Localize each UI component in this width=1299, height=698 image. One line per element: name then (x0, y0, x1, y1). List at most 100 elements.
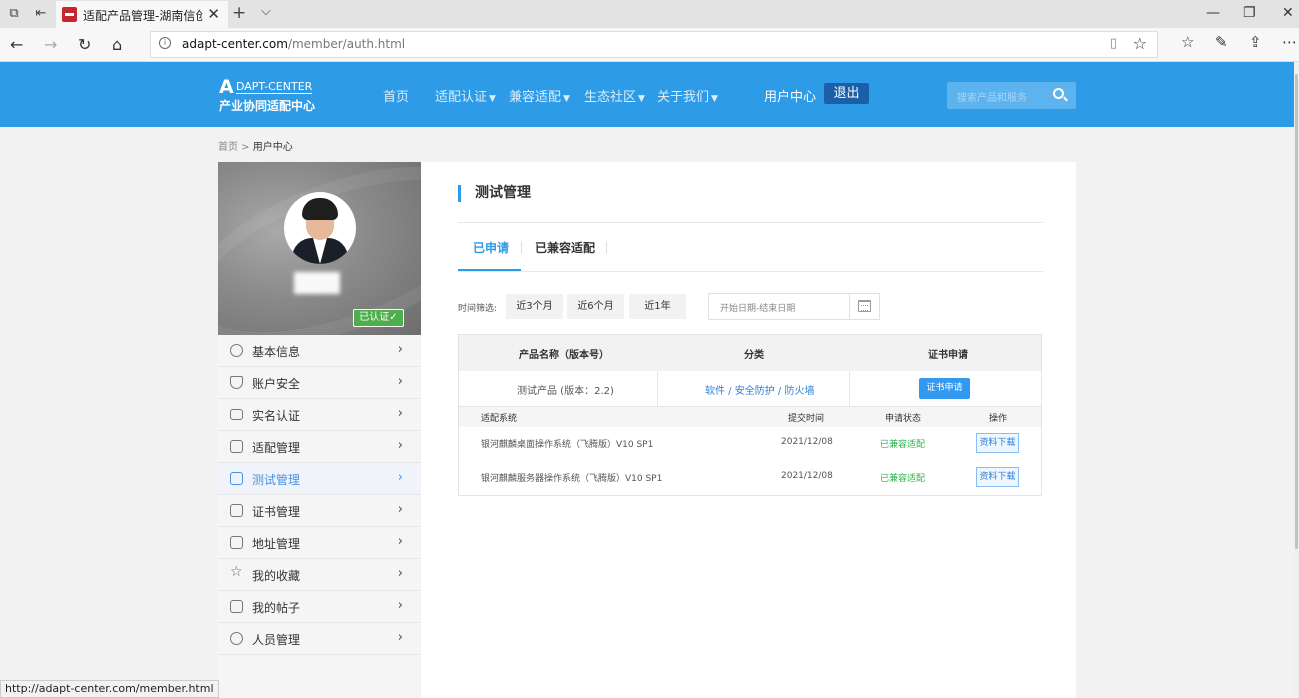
scrollbar-thumb[interactable] (1295, 74, 1298, 549)
browser-tab[interactable]: 适配产品管理-湖南信创 ✕ (56, 1, 228, 28)
url-input[interactable]: i adapt-center.com/member/auth.html ▯ ☆ (150, 31, 1158, 58)
search-input[interactable]: 搜索产品和服务 (957, 89, 1027, 104)
forward-icon[interactable]: → (44, 35, 57, 54)
tab-actions-icon[interactable]: ⧉ (6, 6, 22, 22)
favorite-star-icon[interactable]: ☆ (1133, 34, 1147, 53)
product-category[interactable]: 软件 / 安全防护 / 防火墙 (705, 382, 814, 397)
sidebar-item-basic-info[interactable]: 基本信息 › (218, 335, 421, 367)
site-info-icon[interactable]: i (159, 37, 171, 49)
caret-down-icon: ▼ (489, 94, 496, 104)
sidebar: 已认证✓ 基本信息 › 账户安全 › 实名认证 › 适配管理 › 测试管理 › (218, 162, 421, 698)
sidebar-item-label: 适配管理 (252, 441, 301, 455)
sidebar-item-label: 我的帖子 (252, 601, 301, 615)
test-table: 产品名称（版本号） 分类 证书申请 测试产品 (版本：2.2) 软件 / 安全防… (458, 334, 1042, 496)
certificate-apply-button[interactable]: 证书申请 (919, 378, 970, 399)
chevron-right-icon: › (397, 470, 403, 485)
sidebar-item-account-security[interactable]: 账户安全 › (218, 367, 421, 399)
tab-applied[interactable]: 已申请 (473, 239, 509, 256)
calendar-button[interactable] (849, 294, 879, 319)
back-icon[interactable]: ← (10, 35, 23, 54)
sidebar-item-address[interactable]: 地址管理 › (218, 527, 421, 559)
nav-compat-label: 兼容适配 (509, 90, 562, 105)
profile-card: 已认证✓ (218, 162, 421, 335)
product-row: 测试产品 (版本：2.2) 软件 / 安全防护 / 防火墙 证书申请 (459, 371, 1041, 407)
filter-3-months-button[interactable]: 近3个月 (506, 294, 563, 319)
username-redacted (294, 272, 340, 294)
share-icon[interactable]: ⇪ (1249, 33, 1262, 51)
date-range-input[interactable]: 开始日期-结束日期 (708, 293, 880, 320)
product-name: 测试产品 (版本：2.2) (517, 386, 614, 397)
download-button[interactable]: 资料下载 (976, 433, 1019, 453)
table-row: 银河麒麟桌面操作系统（飞腾版）V10 SP1 2021/12/08 已兼容适配 … (459, 427, 1041, 461)
breadcrumb: 首页 > 用户中心 (218, 138, 293, 153)
row-system: 银河麒麟服务器操作系统（飞腾版）V10 SP1 (481, 474, 663, 484)
filter-1-year-button[interactable]: 近1年 (629, 294, 686, 319)
sidebar-item-people[interactable]: 人员管理 › (218, 623, 421, 655)
chevron-right-icon: › (397, 630, 403, 645)
refresh-icon[interactable]: ↻ (78, 35, 91, 54)
printer-icon (230, 440, 243, 453)
table-row: 银河麒麟服务器操作系统（飞腾版）V10 SP1 2021/12/08 已兼容适配… (459, 461, 1041, 495)
reading-view-icon[interactable]: ▯ (1110, 36, 1117, 51)
avatar[interactable] (284, 192, 356, 264)
column-divider (657, 371, 658, 407)
row-time: 2021/12/08 (781, 471, 833, 481)
tab-title: 适配产品管理-湖南信创 (83, 9, 203, 23)
sidebar-item-label: 测试管理 (252, 473, 301, 487)
sidebar-item-certificate[interactable]: 证书管理 › (218, 495, 421, 527)
chevron-right-icon: › (397, 598, 403, 613)
sidebar-item-adapt-manage[interactable]: 适配管理 › (218, 431, 421, 463)
filter-6-months-button[interactable]: 近6个月 (567, 294, 624, 319)
nav-auth-label: 适配认证 (435, 90, 488, 105)
sidebar-item-label: 地址管理 (252, 537, 301, 551)
tab-separator (521, 241, 522, 254)
download-button[interactable]: 资料下载 (976, 467, 1019, 487)
tab-preview-icon[interactable]: ⇤ (33, 6, 49, 22)
nav-compat[interactable]: 兼容适配 ▼ (509, 86, 570, 105)
tab-close-icon[interactable]: ✕ (207, 5, 220, 23)
caret-down-icon: ▼ (638, 94, 645, 104)
url-text: adapt-center.com/member/auth.html (182, 37, 405, 51)
url-host: adapt-center.com (182, 37, 288, 51)
page-title: 测试管理 (458, 185, 531, 202)
sidebar-item-posts[interactable]: 我的帖子 › (218, 591, 421, 623)
nav-about[interactable]: 关于我们 ▼ (657, 86, 718, 105)
logo-letter: A (219, 76, 234, 98)
sidebar-item-label: 证书管理 (252, 505, 301, 519)
shield-icon (230, 376, 243, 389)
logout-button[interactable]: 退出 (824, 83, 869, 104)
favorites-list-icon[interactable]: ☆ (1181, 33, 1194, 51)
sidebar-item-label: 账户安全 (252, 377, 301, 391)
page-scrollbar[interactable] (1294, 62, 1299, 698)
sidebar-item-real-name[interactable]: 实名认证 › (218, 399, 421, 431)
nav-ecology[interactable]: 生态社区 ▼ (584, 86, 645, 105)
window-close-icon[interactable]: ✕ (1282, 5, 1294, 21)
home-icon[interactable]: ⌂ (112, 35, 122, 54)
caret-down-icon: ▼ (711, 94, 718, 104)
sidebar-item-test-manage[interactable]: 测试管理 › (218, 463, 421, 495)
nav-auth[interactable]: 适配认证 ▼ (435, 86, 496, 105)
search-icon[interactable] (1053, 88, 1064, 99)
new-tab-icon[interactable]: + (232, 3, 246, 23)
nav-home[interactable]: 首页 (383, 86, 409, 105)
nav-ecology-label: 生态社区 (584, 90, 637, 105)
maximize-icon[interactable]: ❐ (1243, 5, 1256, 21)
logo-top-text: DAPT-CENTER (236, 80, 313, 94)
chevron-right-icon: › (397, 342, 403, 357)
more-icon[interactable]: ⋯ (1282, 33, 1297, 51)
search-box[interactable]: 搜索产品和服务 (947, 82, 1076, 109)
sidebar-item-label: 我的收藏 (252, 569, 301, 583)
pen-icon[interactable]: ✎ (1215, 33, 1228, 51)
active-tab-indicator (458, 269, 521, 271)
breadcrumb-home[interactable]: 首页 (218, 142, 238, 153)
sub-header-action: 操作 (989, 414, 1008, 424)
header-product: 产品名称（版本号） (519, 350, 609, 361)
status-bar-url: http://adapt-center.com/member.html (0, 680, 219, 698)
tab-compatible[interactable]: 已兼容适配 (535, 239, 595, 256)
tab-separator (606, 241, 607, 254)
chevron-right-icon: › (397, 374, 403, 389)
minimize-icon[interactable]: — (1206, 5, 1220, 21)
tab-list-icon[interactable]: ⌵ (261, 4, 271, 19)
sidebar-item-favorites[interactable]: ☆ 我的收藏 › (218, 559, 421, 591)
nav-user-center[interactable]: 用户中心 (764, 86, 816, 105)
